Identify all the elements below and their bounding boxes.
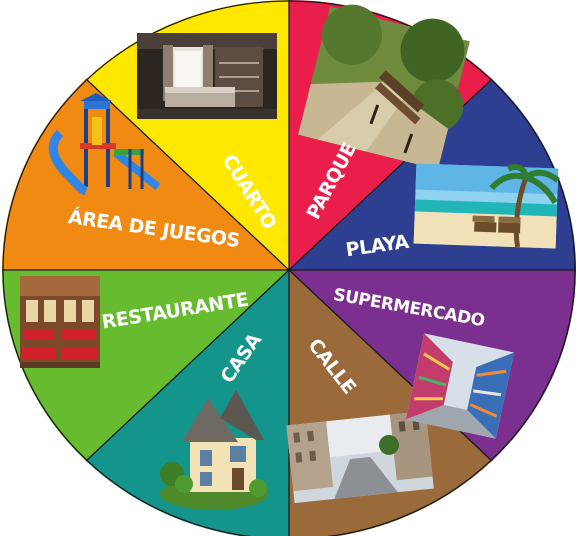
city-street-photo	[286, 410, 434, 504]
bedroom-photo	[137, 33, 277, 119]
restaurant-photo	[20, 276, 100, 368]
supermarket-aisle-photo	[405, 333, 515, 439]
beach-palm-photo	[413, 163, 560, 249]
category-wheel: PARQUE PLAYA SUPERMERCADO CALLE CASA RES…	[1, 0, 576, 536]
